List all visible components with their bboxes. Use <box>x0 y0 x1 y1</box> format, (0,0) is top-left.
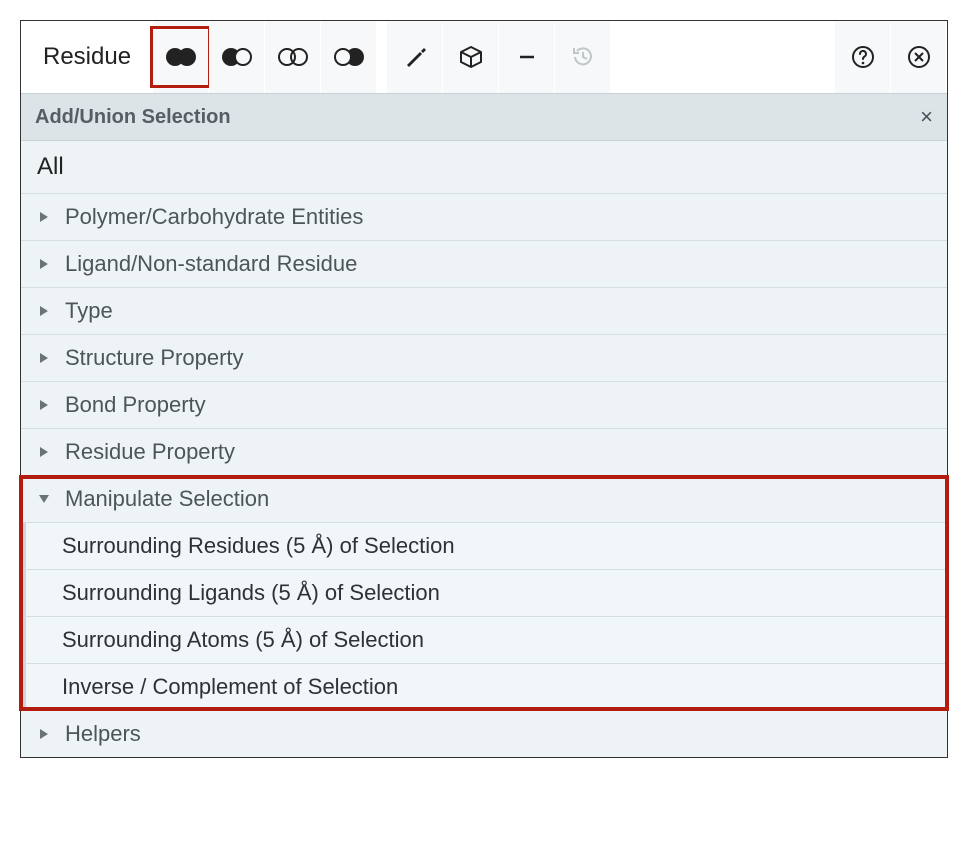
selection-list: All Polymer/Carbohydrate Entities Ligand… <box>21 141 947 757</box>
row-all[interactable]: All <box>21 141 947 194</box>
chevron-right-icon <box>37 212 51 222</box>
history-icon <box>570 44 596 70</box>
set-button[interactable] <box>321 21 377 93</box>
row-label: Surrounding Atoms (5 Å) of Selection <box>62 627 424 653</box>
row-label: Bond Property <box>65 392 206 418</box>
selection-panel: Residue <box>20 20 948 758</box>
intersect-button[interactable] <box>265 21 321 93</box>
help-button[interactable] <box>835 21 891 93</box>
minus-icon <box>515 45 539 69</box>
row-label: All <box>37 153 64 181</box>
row-structure[interactable]: Structure Property <box>21 335 947 382</box>
chevron-right-icon <box>37 729 51 739</box>
row-manipulate[interactable]: Manipulate Selection <box>21 476 947 523</box>
row-label: Residue Property <box>65 439 235 465</box>
row-label: Ligand/Non-standard Residue <box>65 251 357 277</box>
close-panel-button[interactable] <box>891 21 947 93</box>
subtract-icon <box>220 45 254 69</box>
row-label: Helpers <box>65 721 141 747</box>
row-label: Type <box>65 298 113 324</box>
close-icon <box>906 44 932 70</box>
child-surrounding-residues[interactable]: Surrounding Residues (5 Å) of Selection <box>21 523 947 570</box>
row-label: Structure Property <box>65 345 244 371</box>
row-type[interactable]: Type <box>21 288 947 335</box>
minus-button[interactable] <box>499 21 555 93</box>
chevron-right-icon <box>37 447 51 457</box>
intersect-icon <box>276 45 310 69</box>
chevron-right-icon <box>37 259 51 269</box>
manipulate-section: Manipulate Selection Surrounding Residue… <box>21 476 947 711</box>
row-label: Surrounding Ligands (5 Å) of Selection <box>62 580 440 606</box>
manipulate-children: Surrounding Residues (5 Å) of Selection … <box>21 523 947 711</box>
set-icon <box>332 45 366 69</box>
toolbar: Residue <box>21 21 947 93</box>
child-inverse[interactable]: Inverse / Complement of Selection <box>21 664 947 711</box>
chevron-right-icon <box>37 306 51 316</box>
brush-button[interactable] <box>387 21 443 93</box>
help-icon <box>850 44 876 70</box>
subtract-button[interactable] <box>209 21 265 93</box>
union-icon <box>164 45 198 69</box>
row-label: Surrounding Residues (5 Å) of Selection <box>62 533 455 559</box>
cube-button[interactable] <box>443 21 499 93</box>
row-residue[interactable]: Residue Property <box>21 429 947 476</box>
panel-title: Add/Union Selection <box>35 106 231 129</box>
child-surrounding-ligands[interactable]: Surrounding Ligands (5 Å) of Selection <box>21 570 947 617</box>
panel-header: Add/Union Selection × <box>21 93 947 141</box>
row-polymer[interactable]: Polymer/Carbohydrate Entities <box>21 194 947 241</box>
row-label: Manipulate Selection <box>65 486 269 512</box>
chevron-right-icon <box>37 353 51 363</box>
row-label: Inverse / Complement of Selection <box>62 674 398 700</box>
row-bond[interactable]: Bond Property <box>21 382 947 429</box>
cube-icon <box>458 44 484 70</box>
chevron-right-icon <box>37 400 51 410</box>
chevron-down-icon <box>37 494 51 504</box>
row-ligand[interactable]: Ligand/Non-standard Residue <box>21 241 947 288</box>
history-button <box>555 21 611 93</box>
panel-close-x[interactable]: × <box>920 104 933 130</box>
mode-label[interactable]: Residue <box>21 21 153 93</box>
brush-icon <box>402 44 428 70</box>
row-label: Polymer/Carbohydrate Entities <box>65 204 363 230</box>
child-surrounding-atoms[interactable]: Surrounding Atoms (5 Å) of Selection <box>21 617 947 664</box>
union-button[interactable] <box>153 21 209 93</box>
row-helpers[interactable]: Helpers <box>21 711 947 757</box>
